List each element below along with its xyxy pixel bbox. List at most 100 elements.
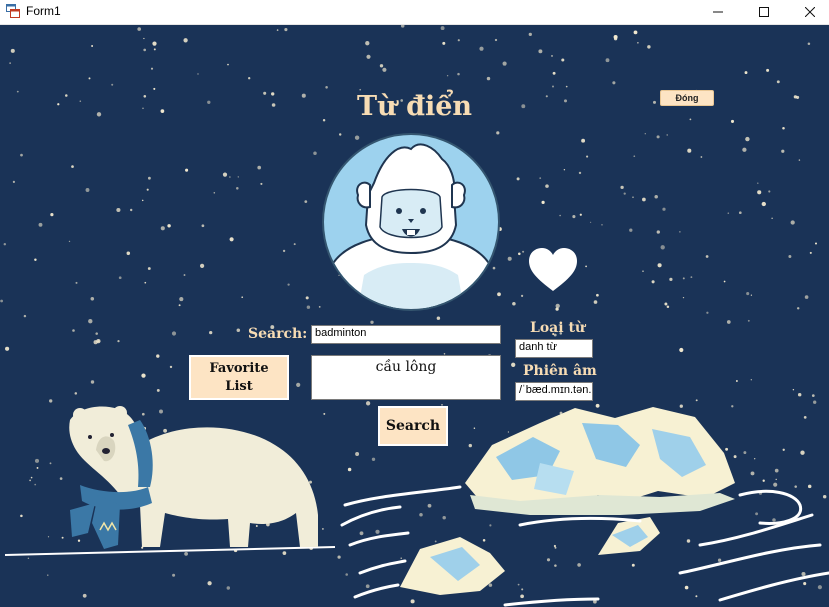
favorite-list-button[interactable]: Favorite List [189, 355, 289, 400]
star [486, 76, 491, 81]
star [199, 263, 205, 269]
star [141, 199, 144, 202]
star [695, 399, 698, 402]
star [605, 58, 610, 63]
star [354, 135, 360, 140]
star [800, 450, 805, 455]
star [757, 190, 762, 195]
star [700, 156, 703, 158]
yeti-icon [324, 143, 498, 309]
star [790, 220, 795, 225]
phonetic-field[interactable]: /ˈbæd.mɪn.tən. [515, 382, 593, 401]
yeti-avatar [322, 133, 500, 311]
star [227, 63, 229, 66]
search-label: Search: [248, 326, 308, 342]
star [468, 443, 472, 448]
star [382, 67, 387, 72]
star [47, 574, 49, 576]
star [318, 306, 321, 308]
star [160, 226, 165, 231]
star [97, 340, 100, 343]
star [146, 188, 149, 191]
star [10, 48, 15, 53]
star [563, 168, 566, 171]
search-input[interactable]: badminton [311, 325, 501, 344]
star [68, 240, 71, 243]
star [50, 213, 54, 217]
star [492, 266, 496, 270]
star [141, 412, 145, 416]
star [3, 242, 7, 246]
star [520, 294, 524, 298]
star [623, 192, 626, 195]
star [446, 75, 449, 77]
star [287, 283, 290, 286]
star [325, 86, 328, 89]
star [502, 61, 507, 66]
star [662, 207, 666, 211]
maximize-button[interactable] [741, 0, 787, 24]
star [706, 311, 709, 314]
star [742, 147, 747, 152]
star [632, 196, 634, 199]
star [781, 149, 785, 153]
star [306, 305, 311, 309]
star [669, 277, 673, 282]
meaning-textbox[interactable]: cầu lông [311, 355, 501, 400]
word-type-field[interactable]: danh từ [515, 339, 593, 358]
star [255, 525, 258, 527]
star [20, 153, 23, 157]
star [772, 518, 776, 522]
star [434, 540, 437, 543]
star [817, 585, 822, 590]
star [365, 401, 371, 406]
title-bar: Form1 [0, 0, 829, 25]
star [656, 135, 660, 139]
star [229, 237, 234, 242]
star [116, 207, 121, 213]
star [36, 466, 39, 469]
star [23, 314, 27, 318]
close-window-button[interactable] [787, 0, 829, 24]
star [153, 48, 156, 51]
minimize-button[interactable] [695, 0, 741, 24]
star [304, 200, 308, 203]
maximize-icon [759, 7, 769, 17]
star [153, 87, 156, 90]
star [91, 45, 94, 47]
star [656, 230, 660, 234]
star [559, 214, 561, 217]
star [88, 319, 93, 324]
star [473, 427, 476, 430]
star [647, 45, 651, 49]
star [726, 320, 731, 324]
star [520, 594, 524, 599]
star [516, 177, 520, 181]
star [226, 586, 231, 590]
star [313, 151, 317, 156]
dong-close-button[interactable]: Đóng [660, 90, 714, 106]
star [755, 512, 759, 516]
star [539, 177, 542, 179]
star [585, 265, 587, 268]
heart-icon[interactable] [527, 247, 579, 293]
star [593, 300, 598, 304]
star [735, 380, 738, 382]
search-button[interactable]: Search [378, 406, 448, 446]
star [222, 172, 228, 177]
star [156, 354, 160, 358]
star [814, 242, 818, 245]
star [717, 558, 722, 562]
star [657, 263, 662, 268]
star [679, 347, 684, 353]
star [236, 187, 239, 190]
star [49, 399, 53, 403]
star [775, 478, 777, 481]
star [651, 280, 655, 284]
star [183, 274, 186, 276]
star [9, 62, 11, 64]
star [798, 159, 801, 161]
minimize-icon [713, 11, 723, 13]
star [345, 573, 348, 576]
star [72, 329, 75, 332]
